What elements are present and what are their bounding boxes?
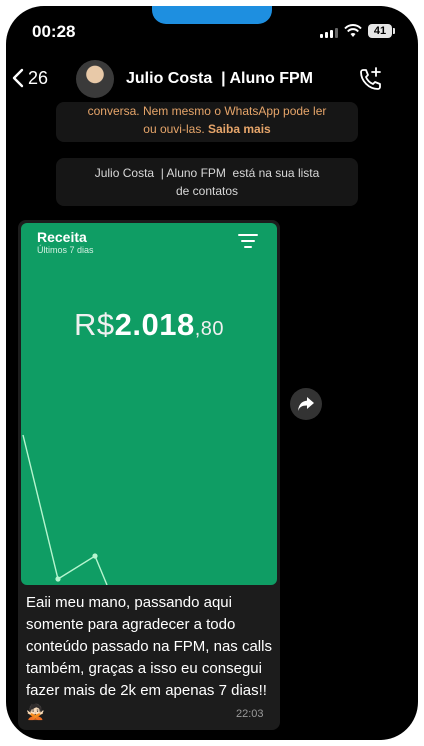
encryption-notice: conversa. Nem mesmo o WhatsApp pode ler … <box>56 102 358 142</box>
status-bar: 00:28 41 <box>6 16 418 46</box>
contact-name: Julio Costa <box>126 70 213 87</box>
avatar[interactable] <box>76 60 114 98</box>
contact-notice: Julio Costa | Aluno FPM está na sua list… <box>56 158 358 206</box>
wifi-icon <box>344 24 362 37</box>
phone-frame: 00:28 41 26 Julio Costa | Aluno FPM conv… <box>6 6 418 740</box>
encryption-text: ou ouvi-las. <box>143 122 205 136</box>
add-call-icon[interactable] <box>358 66 384 92</box>
share-button[interactable] <box>290 388 322 420</box>
battery-icon: 41 <box>368 24 395 38</box>
contact-note-line-1: Julio Costa | Aluno FPM está na sua list… <box>94 166 320 180</box>
revenue-line <box>22 434 108 585</box>
chart-point <box>55 576 61 582</box>
revenue-screenshot[interactable]: Receita Últimos 7 dias R$2.018,80 <box>21 223 277 585</box>
status-time: 00:28 <box>32 22 76 41</box>
revenue-line-chart <box>22 434 108 585</box>
share-icon <box>298 397 314 411</box>
chevron-left-icon <box>12 68 24 88</box>
signal-icon <box>320 28 338 38</box>
contact-role: | Aluno FPM <box>221 70 313 87</box>
encryption-line-1: conversa. Nem mesmo o WhatsApp pode ler <box>87 104 327 118</box>
encryption-line-2: ou ouvi-las. Saiba mais <box>56 120 358 138</box>
message-bubble[interactable]: Receita Últimos 7 dias R$2.018,80 Eaii m… <box>18 220 280 730</box>
unread-count: 26 <box>27 67 48 88</box>
chat-header: 26 Julio Costa | Aluno FPM <box>6 54 418 104</box>
learn-more-link[interactable]: Saiba mais <box>208 122 271 136</box>
message-time: 22:03 <box>236 708 264 720</box>
chart-point <box>92 553 98 559</box>
back-button[interactable]: 26 <box>12 64 48 92</box>
contact-note-line-2: de contatos <box>175 184 239 198</box>
message-text: Eaii meu mano, passando aqui somente par… <box>26 594 272 721</box>
contact-title[interactable]: Julio Costa | Aluno FPM <box>126 70 313 88</box>
